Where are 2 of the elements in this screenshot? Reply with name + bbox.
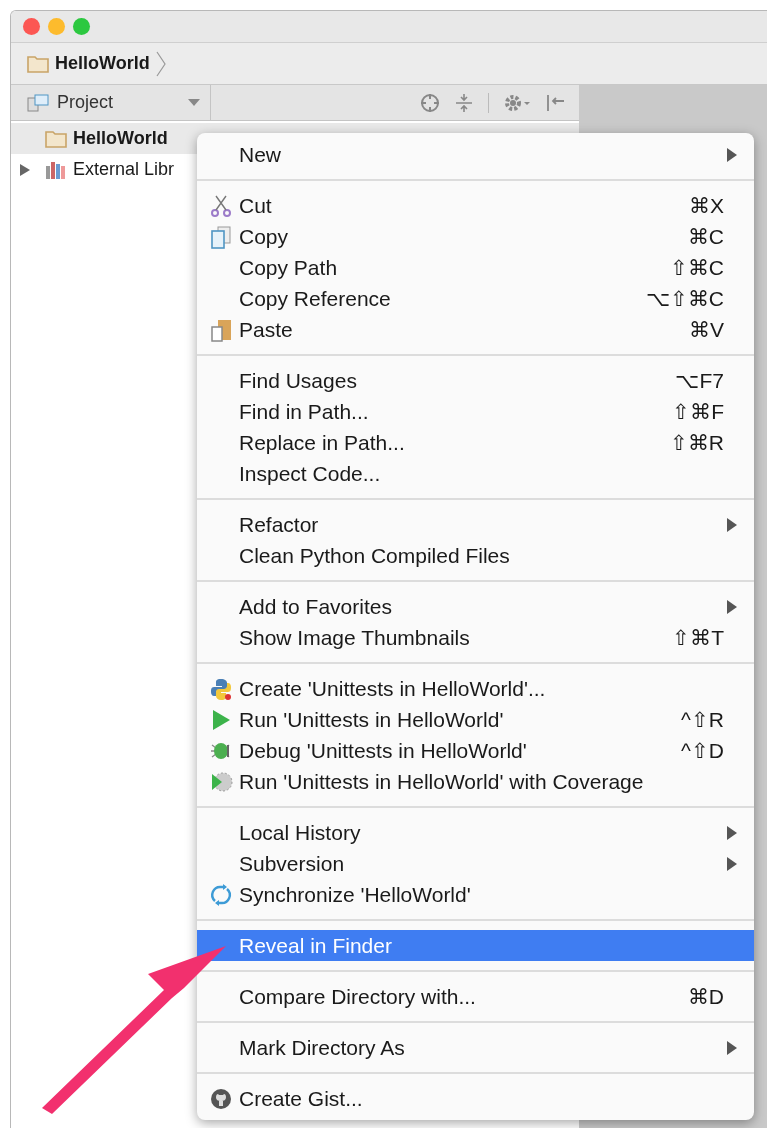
tree-item-label: HelloWorld xyxy=(73,127,168,150)
tree-item-label: External Libr xyxy=(73,158,175,181)
